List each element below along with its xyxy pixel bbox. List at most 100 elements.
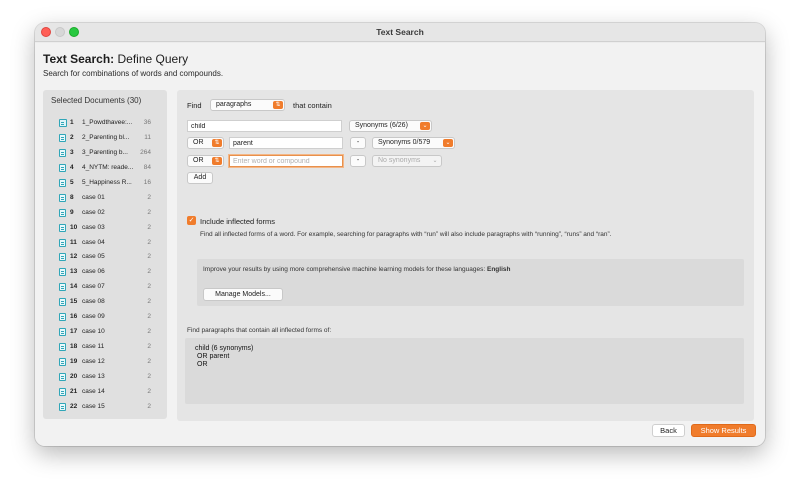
document-number: 20 [70, 372, 78, 380]
document-hit-count: 16 [143, 178, 151, 186]
document-name: 5_Happiness R... [82, 178, 132, 186]
text-doc-icon [59, 343, 66, 352]
document-row[interactable]: 17 case 10 2 [43, 325, 167, 340]
document-row[interactable]: 15 case 08 2 [43, 295, 167, 310]
document-row[interactable]: 21 case 14 2 [43, 385, 167, 400]
chevron-down-icon: ⌄ [420, 122, 430, 130]
selected-documents-title: Selected Documents (30) [51, 96, 142, 105]
updown-chevron-icon: ⇅ [212, 157, 222, 165]
document-row[interactable]: 20 case 13 2 [43, 370, 167, 385]
document-hit-count: 2 [147, 298, 151, 306]
models-text: Improve your results by using more compr… [203, 266, 510, 273]
synonyms-popup-2-value: Synonyms 0/579 [378, 139, 431, 146]
text-doc-icon [59, 387, 66, 396]
document-row[interactable]: 13 case 06 2 [43, 265, 167, 280]
document-name: case 07 [82, 283, 105, 291]
media-doc-icon [59, 119, 67, 127]
term-input-2[interactable] [229, 137, 343, 149]
document-name: case 04 [82, 238, 105, 246]
remove-row-3-button[interactable]: - [350, 155, 366, 167]
synonyms-popup-2[interactable]: Synonyms 0/579 ⌄ [372, 137, 455, 149]
text-doc-icon [59, 358, 66, 366]
text-doc-icon [59, 208, 66, 217]
operator-popup-2[interactable]: OR ⇅ [187, 137, 224, 149]
text-doc-icon [59, 402, 66, 411]
operator-popup-3[interactable]: OR ⇅ [187, 155, 224, 167]
document-hit-count: 11 [144, 133, 151, 141]
remove-row-2-button[interactable]: - [350, 137, 366, 149]
summary-label: Find paragraphs that contain all inflect… [187, 327, 332, 334]
document-row[interactable]: 1 1_Powdthavee:... 36 [43, 116, 167, 131]
text-doc-icon [59, 133, 66, 142]
document-hit-count: 2 [147, 193, 151, 201]
find-label: Find [187, 101, 202, 110]
term-input-1[interactable] [187, 120, 342, 132]
document-row[interactable]: 18 case 11 2 [43, 340, 167, 355]
document-row[interactable]: 14 case 07 2 [43, 280, 167, 295]
text-doc-icon [59, 223, 66, 232]
page-title: Text Search: Define Query [43, 52, 188, 66]
models-language: English [487, 266, 511, 273]
term-input-3[interactable] [229, 155, 343, 167]
document-list: 1 1_Powdthavee:... 36 2 2_Parenting bl... 11 3… [43, 116, 167, 415]
document-hit-count: 2 [147, 223, 151, 231]
summary-line-2: OR parent [197, 353, 230, 360]
main-content: Text Search: Define Query Search for com… [35, 43, 765, 446]
document-number: 3 [70, 148, 74, 156]
text-doc-icon [59, 372, 66, 381]
document-number: 18 [70, 343, 78, 351]
add-row-button[interactable]: Add [187, 172, 213, 184]
document-number: 5 [70, 178, 74, 186]
document-row[interactable]: 9 case 02 2 [43, 206, 167, 221]
updown-chevron-icon: ⇅ [273, 101, 283, 109]
document-hit-count: 2 [147, 253, 151, 261]
document-number: 4 [70, 163, 74, 171]
document-row[interactable]: 22 case 15 2 [43, 400, 167, 415]
text-doc-icon [59, 178, 66, 187]
document-name: case 10 [82, 328, 105, 336]
manage-models-button[interactable]: Manage Models... [203, 288, 283, 301]
document-hit-count: 2 [147, 313, 151, 321]
document-row[interactable]: 12 case 05 2 [43, 250, 167, 265]
document-hit-count: 2 [147, 343, 151, 351]
text-doc-icon [59, 283, 66, 292]
document-name: case 12 [82, 358, 105, 365]
checkmark-icon: ✓ [188, 217, 195, 224]
document-row[interactable]: 8 case 01 2 [43, 191, 167, 206]
unit-popup-value: paragraphs [216, 101, 252, 108]
document-row[interactable]: 10 case 03 2 [43, 221, 167, 236]
document-number: 2 [70, 133, 74, 141]
text-doc-icon [59, 298, 66, 307]
text-doc-icon [59, 238, 66, 247]
document-row[interactable]: 3 3_Parenting b... 264 [43, 146, 167, 161]
document-name: 2_Parenting bl... [82, 133, 130, 141]
chevron-down-icon: ⌄ [443, 139, 453, 147]
synonyms-popup-3-value: No synonyms [378, 157, 421, 164]
document-number: 1 [70, 119, 74, 126]
document-row[interactable]: 11 case 04 2 [43, 236, 167, 251]
document-hit-count: 36 [143, 119, 151, 126]
document-hit-count: 2 [147, 238, 151, 246]
document-number: 15 [70, 298, 78, 306]
document-row[interactable]: 19 case 12 2 [43, 355, 167, 370]
document-name: case 06 [82, 268, 105, 276]
show-results-button[interactable]: Show Results [691, 424, 756, 437]
document-row[interactable]: 16 case 09 2 [43, 310, 167, 325]
document-hit-count: 2 [147, 268, 151, 276]
document-number: 10 [70, 223, 78, 231]
document-row[interactable]: 2 2_Parenting bl... 11 [43, 131, 167, 146]
page-title-bold: Text Search: [43, 52, 115, 66]
synonyms-popup-1[interactable]: Synonyms (6/26) ⌄ [349, 120, 432, 132]
selected-documents-panel: Selected Documents (30) 1 1_Powdthavee:..… [43, 90, 167, 419]
document-hit-count: 2 [147, 387, 151, 395]
document-name: case 03 [82, 223, 105, 231]
unit-popup[interactable]: paragraphs ⇅ [210, 99, 285, 111]
document-row[interactable]: 5 5_Happiness R... 16 [43, 176, 167, 191]
include-inflected-checkbox[interactable]: ✓ [187, 216, 196, 225]
back-button[interactable]: Back [652, 424, 685, 437]
synonyms-popup-3[interactable]: No synonyms ⌄ [372, 155, 442, 167]
query-panel: Find paragraphs ⇅ that contain Synonyms … [177, 90, 754, 421]
document-row[interactable]: 4 4_NYTM: reade... 84 [43, 161, 167, 176]
document-hit-count: 264 [140, 148, 151, 156]
page-title-rest: Define Query [117, 52, 189, 66]
